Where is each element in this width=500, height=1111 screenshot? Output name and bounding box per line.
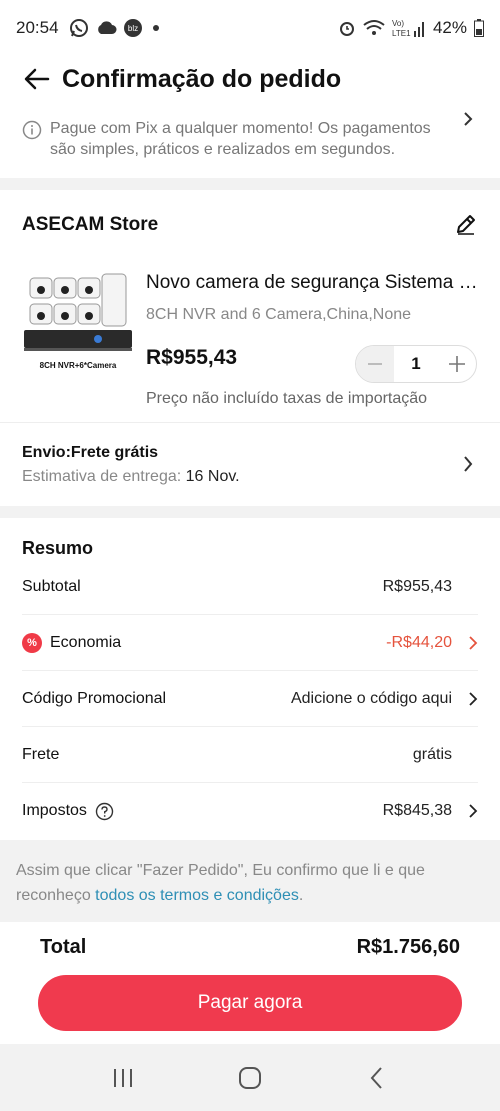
impostos-value: R$845,38	[383, 802, 478, 820]
info-icon	[22, 120, 42, 145]
economia-label: Economia	[50, 633, 122, 651]
shipping-chevron-icon[interactable]	[462, 454, 474, 479]
system-back-button[interactable]	[352, 1058, 402, 1098]
cloud-icon	[95, 20, 117, 36]
svg-text:8CH NVR+6*Camera: 8CH NVR+6*Camera	[40, 361, 117, 370]
economia-label-group: % Economia	[22, 632, 122, 653]
svg-text:Vo): Vo)	[392, 19, 404, 28]
edit-button[interactable]	[454, 212, 478, 236]
status-time: 20:54	[16, 18, 59, 37]
subtotal-value: R$955,43	[383, 578, 478, 596]
subtotal-label: Subtotal	[22, 577, 81, 595]
home-button[interactable]	[225, 1058, 275, 1098]
summary-row-promo-code[interactable]: Código Promocional Adicione o código aqu…	[22, 671, 478, 727]
frete-amount: grátis	[412, 745, 452, 763]
promo-code-action[interactable]: Adicione o código aqui	[291, 690, 452, 708]
svg-text:blz: blz	[127, 24, 137, 33]
summary-row-impostos[interactable]: Impostos R$845,38	[22, 783, 478, 839]
impostos-label-group: Impostos	[22, 802, 114, 821]
back-button[interactable]	[20, 62, 54, 96]
frete-label: Frete	[22, 745, 60, 763]
promo-code-value: Adicione o código aqui	[291, 690, 478, 708]
product-variant: 8CH NVR and 6 Camera,China,None	[146, 306, 412, 323]
summary-card: Resumo Subtotal R$955,43 % Economia -R$4…	[0, 518, 500, 840]
recent-apps-icon	[114, 1068, 133, 1087]
quantity-stepper: 1	[355, 345, 477, 383]
back-icon	[370, 1066, 382, 1089]
terms-link[interactable]: todos os termos e condições	[95, 887, 299, 904]
total-label: Total	[40, 936, 87, 958]
edit-pencil-icon	[457, 215, 475, 235]
impostos-label: Impostos	[22, 802, 87, 819]
divider	[0, 422, 500, 423]
signal-icon: Vo) LTE1	[392, 17, 426, 39]
plus-icon	[449, 356, 465, 372]
delivery-date: 16 Nov.	[185, 468, 240, 485]
home-icon	[238, 1066, 261, 1089]
summary-row-subtotal: Subtotal R$955,43	[22, 559, 478, 615]
whatsapp-icon	[69, 18, 89, 38]
battery-icon	[474, 19, 484, 37]
chevron-right-icon	[462, 110, 474, 133]
frete-value: grátis	[413, 746, 478, 764]
back-arrow-icon	[24, 68, 50, 90]
status-bar: 20:54 blz Vo) LTE1 42%	[0, 0, 500, 56]
percent-badge-icon: %	[22, 632, 42, 653]
economia-amount: -R$44,20	[386, 633, 452, 651]
chevron-right-icon	[458, 691, 478, 707]
terms-notice: Assim que clicar "Fazer Pedido", Eu conf…	[0, 840, 500, 922]
chevron-right-icon	[458, 635, 478, 651]
economia-value: -R$44,20	[386, 634, 478, 652]
summary-row-frete: Frete grátis	[22, 727, 478, 783]
quantity-value[interactable]: 1	[394, 354, 438, 374]
recent-apps-button[interactable]	[98, 1058, 148, 1098]
total-value: R$1.756,60	[356, 936, 460, 958]
product-image[interactable]: 8CH NVR+6*Camera	[22, 268, 134, 376]
store-card: ASECAM Store 8CH NVR+6*Camera Novo camer…	[0, 190, 500, 506]
wifi-icon	[363, 19, 385, 37]
summary-title: Resumo	[22, 538, 94, 558]
system-navigation-bar	[0, 1044, 500, 1111]
decrease-quantity-button[interactable]	[356, 346, 394, 382]
pix-notice[interactable]: Pague com Pix a qualquer momento! Os pag…	[0, 102, 500, 178]
store-name: ASECAM Store	[22, 214, 159, 235]
summary-row-economia[interactable]: % Economia -R$44,20	[22, 615, 478, 671]
svg-text:LTE1: LTE1	[392, 29, 411, 38]
impostos-amount: R$845,38	[382, 802, 452, 819]
subtotal-amount: R$955,43	[382, 577, 452, 595]
product-title[interactable]: Novo camera de segurança Sistema de Vigi…	[146, 272, 478, 294]
delivery-estimate-label: Estimativa de entrega:	[22, 468, 186, 485]
chevron-right-icon	[458, 803, 478, 819]
pix-text: Pague com Pix a qualquer momento! Os pag…	[50, 120, 431, 158]
tax-note: Preço não incluído taxas de importação	[146, 390, 428, 407]
header: Confirmação do pedido	[0, 56, 500, 102]
increase-quantity-button[interactable]	[438, 346, 476, 382]
terms-end: .	[298, 887, 304, 904]
checkout-bar: Total R$1.756,60 Pagar agora	[0, 922, 500, 1044]
promo-code-label: Código Promocional	[22, 689, 167, 707]
help-icon[interactable]	[95, 802, 114, 821]
minus-icon	[368, 363, 382, 365]
product-price: R$955,43	[146, 346, 238, 369]
shipping-title[interactable]: Envio:Frete grátis	[22, 444, 158, 462]
battery-percentage: 42%	[432, 18, 467, 37]
blz-icon: blz	[123, 18, 143, 38]
dot-icon	[149, 21, 163, 35]
page-title: Confirmação do pedido	[62, 64, 342, 93]
delivery-estimate: Estimativa de entrega: 16 Nov.	[22, 468, 240, 486]
pay-now-button[interactable]: Pagar agora	[38, 975, 462, 1031]
alarm-icon	[338, 19, 356, 37]
